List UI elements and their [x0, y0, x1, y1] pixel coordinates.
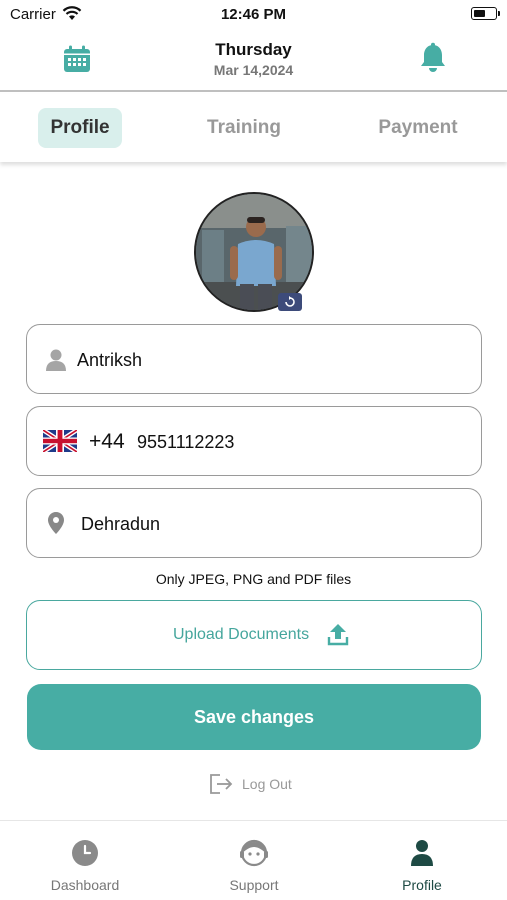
logout-label: Log Out: [242, 776, 292, 792]
name-field[interactable]: [26, 324, 482, 394]
phone-input[interactable]: [137, 429, 437, 455]
nav-support-label: Support: [229, 877, 279, 893]
upload-documents-button[interactable]: Upload Documents: [26, 600, 482, 670]
nav-dashboard-label: Dashboard: [50, 877, 120, 893]
bottom-navigation: Dashboard Support Profile: [0, 820, 507, 900]
logout-icon: [210, 774, 233, 794]
upload-icon: [327, 624, 349, 646]
location-pin-icon: [48, 512, 64, 534]
bell-icon: [421, 42, 445, 72]
support-agent-icon: [240, 839, 268, 867]
nav-profile[interactable]: Profile: [367, 839, 477, 893]
location-field[interactable]: [26, 488, 482, 558]
change-photo-button[interactable]: [278, 293, 302, 311]
rotate-camera-icon: [285, 296, 295, 307]
country-code[interactable]: +44: [89, 429, 125, 455]
person-icon: [411, 840, 433, 866]
status-bar: Carrier 12:46 PM: [0, 0, 507, 28]
nav-dashboard[interactable]: Dashboard: [30, 839, 140, 893]
phone-field[interactable]: +44: [26, 406, 482, 476]
city-input[interactable]: [81, 511, 461, 537]
app-header: Thursday Mar 14,2024: [0, 30, 507, 92]
save-changes-button[interactable]: Save changes: [27, 684, 481, 750]
uk-flag-icon[interactable]: [43, 430, 77, 452]
tab-training[interactable]: Training: [190, 108, 298, 148]
nav-support[interactable]: Support: [199, 839, 309, 893]
tab-profile[interactable]: Profile: [38, 108, 122, 148]
tab-payment[interactable]: Payment: [365, 108, 471, 148]
nav-profile-label: Profile: [402, 877, 442, 893]
status-time: 12:46 PM: [220, 6, 287, 23]
profile-tabs: Profile Training Payment: [0, 94, 507, 162]
person-icon: [46, 349, 66, 371]
name-input[interactable]: [77, 347, 457, 373]
notifications-button[interactable]: [418, 42, 448, 74]
upload-label: Upload Documents: [173, 626, 310, 643]
file-type-note: Only JPEG, PNG and PDF files: [155, 571, 352, 587]
clock-icon: [72, 840, 98, 866]
battery-icon: [471, 7, 500, 20]
